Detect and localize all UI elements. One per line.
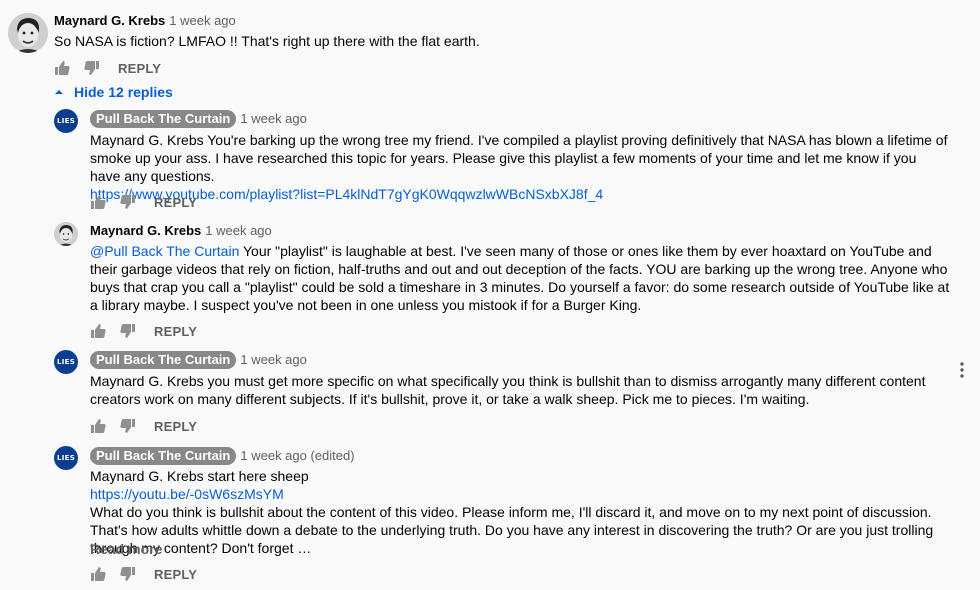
thumbs-down-icon[interactable]: [120, 418, 136, 434]
comment-header: Maynard G. Krebs 1 week ago: [54, 12, 236, 30]
comment-header: Pull Back The Curtain 1 week ago: [90, 110, 307, 128]
comment-actions: REPLY: [90, 564, 197, 584]
more-options-icon[interactable]: [958, 361, 966, 379]
comment-actions: REPLY: [54, 58, 161, 78]
face-avatar-icon: [54, 222, 78, 246]
avatar[interactable]: LIES: [54, 446, 78, 470]
author-chip[interactable]: Pull Back The Curtain: [90, 110, 237, 128]
lies-logo-icon: LIES: [56, 454, 76, 462]
avatar[interactable]: [54, 222, 78, 246]
mention-link[interactable]: @Pull Back The Curtain: [90, 243, 239, 259]
hide-replies-toggle[interactable]: Hide 12 replies: [54, 84, 173, 100]
author-name[interactable]: Maynard G. Krebs: [90, 223, 201, 238]
comment-header: Pull Back The Curtain 1 week ago (edited): [90, 447, 355, 465]
comment-actions: REPLY: [90, 416, 197, 436]
comment-body: Maynard G. Krebs You're barking up the w…: [90, 132, 948, 184]
thumbs-up-icon[interactable]: [90, 418, 106, 434]
lies-logo-icon: LIES: [56, 358, 76, 366]
comment-actions: REPLY: [90, 321, 197, 341]
comment-first-line: Maynard G. Krebs start here sheep: [90, 468, 309, 484]
reply-button[interactable]: REPLY: [118, 61, 161, 76]
timestamp[interactable]: 1 week ago (edited): [240, 448, 354, 463]
lies-logo-icon: LIES: [56, 117, 76, 125]
thumbs-down-icon[interactable]: [120, 323, 136, 339]
comment-text: @Pull Back The Curtain Your "playlist" i…: [90, 242, 950, 314]
thumbs-up-icon[interactable]: [54, 60, 70, 76]
reply-button[interactable]: REPLY: [154, 324, 197, 339]
timestamp[interactable]: 1 week ago: [205, 223, 272, 238]
author-chip[interactable]: Pull Back The Curtain: [90, 351, 237, 369]
timestamp[interactable]: 1 week ago: [169, 13, 236, 28]
video-link[interactable]: https://youtu.be/-0sW6szMsYM: [90, 486, 284, 502]
avatar[interactable]: [8, 13, 48, 53]
caret-up-icon: [55, 90, 63, 94]
comment-text: Maynard G. Krebs you must get more speci…: [90, 373, 926, 407]
reply-button[interactable]: REPLY: [154, 419, 197, 434]
hide-replies-label: Hide 12 replies: [74, 84, 173, 100]
face-avatar-icon: [8, 13, 48, 53]
avatar[interactable]: LIES: [54, 109, 78, 133]
reply-button[interactable]: REPLY: [154, 567, 197, 582]
comment-text: So NASA is fiction? LMFAO !! That's righ…: [54, 33, 480, 49]
thumbs-up-icon[interactable]: [90, 566, 106, 582]
comment-text: Maynard G. Krebs You're barking up the w…: [90, 131, 950, 203]
comment-actions: REPLY: [90, 192, 197, 212]
author-chip[interactable]: Pull Back The Curtain: [90, 447, 237, 465]
comment-body: What do you think is bullshit about the …: [90, 504, 934, 556]
thumbs-up-icon[interactable]: [90, 323, 106, 339]
comment-text: Maynard G. Krebs start here sheep https:…: [90, 467, 950, 557]
timestamp[interactable]: 1 week ago: [240, 111, 307, 126]
avatar[interactable]: LIES: [54, 350, 78, 374]
comment-header: Pull Back The Curtain 1 week ago: [90, 351, 307, 369]
comment-header: Maynard G. Krebs 1 week ago: [90, 222, 272, 240]
thumbs-down-icon[interactable]: [120, 194, 136, 210]
timestamp[interactable]: 1 week ago: [240, 352, 307, 367]
thumbs-down-icon[interactable]: [84, 60, 100, 76]
read-more-button[interactable]: Read more: [90, 541, 162, 557]
thumbs-up-icon[interactable]: [90, 194, 106, 210]
author-name[interactable]: Maynard G. Krebs: [54, 13, 165, 28]
reply-button[interactable]: REPLY: [154, 195, 197, 210]
thumbs-down-icon[interactable]: [120, 566, 136, 582]
